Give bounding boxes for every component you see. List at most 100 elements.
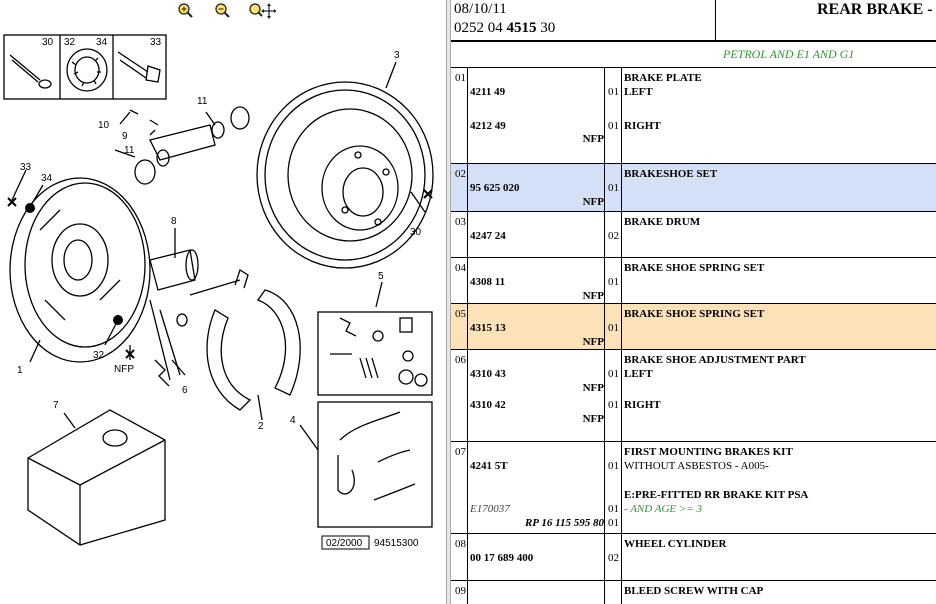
table-row[interactable]: 01 BRAKE PLATE 4211 49 01 LEFT 4212 49 0… xyxy=(451,68,936,164)
row-extra-part-number[interactable]: RP 16 115 595 80 xyxy=(525,517,604,529)
diagram-footer-code: 94515300 xyxy=(374,538,419,549)
row-quantity: 01 xyxy=(608,322,619,334)
page-title: REAR BRAKE - xyxy=(817,1,933,18)
callout-3: 3 xyxy=(394,50,400,61)
callout-nfp: NFP xyxy=(114,364,134,375)
nfp-flag: NFP xyxy=(582,133,604,145)
row-quantity: 02 xyxy=(608,230,619,242)
table-row[interactable]: 04 BRAKE SHOE SPRING SET 4308 11 01 NFP xyxy=(451,258,936,304)
part-number[interactable]: 4247 24 xyxy=(470,230,506,242)
callout-6: 6 xyxy=(182,385,188,396)
row-description: WHEEL CYLINDER xyxy=(624,538,727,550)
row-index: 08 xyxy=(455,538,466,550)
callout-7: 7 xyxy=(53,400,59,411)
part-number[interactable]: 95 625 020 xyxy=(470,182,520,194)
row-quantity: 01 xyxy=(608,276,619,288)
row-extra-quantity: 01 xyxy=(608,517,619,529)
row-description: BRAKE PLATE xyxy=(624,72,702,84)
callout-34a: 34 xyxy=(96,37,108,48)
row-index: 09 xyxy=(455,585,466,597)
header-ref-cell: 08/10/11 0252 04 4515 30 xyxy=(451,0,716,40)
callout-11b: 11 xyxy=(124,145,135,156)
table-row-selected[interactable]: 02 BRAKESHOE SET 95 625 020 01 NFP xyxy=(451,164,936,212)
row-description: BLEED SCREW WITH CAP xyxy=(624,585,764,597)
row-description: BRAKE SHOE ADJUSTMENT PART xyxy=(624,354,806,366)
table-row-highlighted[interactable]: 05 BRAKE SHOE SPRING SET 4315 13 01 NFP xyxy=(451,304,936,350)
row-quantity: 01 xyxy=(608,368,619,380)
part-number[interactable]: 4308 11 xyxy=(470,276,505,288)
row-extra-reference: E170037 xyxy=(470,503,510,515)
callout-10: 10 xyxy=(98,120,110,131)
callout-30a: 30 xyxy=(42,37,54,48)
pan-zoom-icon[interactable] xyxy=(248,2,277,20)
fastener-inset-box xyxy=(3,34,167,100)
row-description: BRAKESHOE SET xyxy=(624,168,718,180)
callout-32b: 32 xyxy=(93,350,105,361)
table-row[interactable]: 06 BRAKE SHOE ADJUSTMENT PART 4310 43 01… xyxy=(451,350,936,442)
callout-9: 9 xyxy=(122,131,128,142)
filter-bar: PETROL AND E1 AND G1 xyxy=(451,42,936,68)
callout-33b: 33 xyxy=(20,162,32,173)
row-index: 04 xyxy=(455,262,466,274)
row-index: 01 xyxy=(455,72,466,84)
callout-34b: 34 xyxy=(41,173,53,184)
row-variant: LEFT xyxy=(624,86,653,98)
diagram-toolbar xyxy=(0,0,446,22)
row-index: 02 xyxy=(455,168,466,180)
row-index: 07 xyxy=(455,446,466,458)
engine-filter-label: PETROL AND E1 AND G1 xyxy=(723,47,855,61)
diagram-pane: 30 32 34 33 3 10 9 11 11 33 34 8 30 5 1 … xyxy=(0,0,446,604)
zoom-in-icon[interactable] xyxy=(176,2,196,20)
table-row[interactable]: 09 BLEED SCREW WITH CAP xyxy=(451,581,936,604)
parts-header: 08/10/11 0252 04 4515 30 REAR BRAKE - xyxy=(451,0,936,42)
nfp-flag: NFP xyxy=(582,196,604,208)
callout-4: 4 xyxy=(290,415,296,426)
callout-11a: 11 xyxy=(197,96,208,107)
header-reference: 0252 04 4515 30 xyxy=(454,20,556,36)
row-extra-description: E:PRE-FITTED RR BRAKE KIT PSA xyxy=(624,489,809,501)
washer-34-dot xyxy=(25,203,35,213)
nfp-flag: NFP xyxy=(582,336,604,348)
table-row[interactable]: 07 FIRST MOUNTING BRAKES KIT 4241 5T 01 … xyxy=(451,442,936,534)
table-row[interactable]: 03 BRAKE DRUM 4247 24 02 xyxy=(451,212,936,258)
callout-2: 2 xyxy=(258,421,264,432)
callout-8: 8 xyxy=(171,216,177,227)
part-number[interactable]: 4310 42 xyxy=(470,399,506,411)
row-condition: - AND AGE >= 3 xyxy=(624,503,702,515)
nfp-flag: NFP xyxy=(582,413,604,425)
part-number[interactable]: 4315 13 xyxy=(470,322,506,334)
part-number[interactable]: 4241 5T xyxy=(470,460,508,472)
parts-list-pane: 08/10/11 0252 04 4515 30 REAR BRAKE - PE… xyxy=(451,0,936,604)
zoom-out-icon[interactable] xyxy=(213,2,233,20)
row-quantity: 01 xyxy=(608,399,619,411)
row-index: 06 xyxy=(455,354,466,366)
row-description: BRAKE SHOE SPRING SET xyxy=(624,262,765,274)
nfp-flag: NFP xyxy=(582,290,604,302)
callout-5: 5 xyxy=(378,271,384,282)
part-number[interactable]: 4211 49 xyxy=(470,86,505,98)
row-description: BRAKE SHOE SPRING SET xyxy=(624,308,765,320)
row-index: 03 xyxy=(455,216,466,228)
row-subdescription: WITHOUT ASBESTOS - A005- xyxy=(624,460,769,472)
header-date: 08/10/11 xyxy=(454,1,507,17)
washer-32-dot xyxy=(113,315,123,325)
row-quantity: 01 xyxy=(608,86,619,98)
row-quantity: 01 xyxy=(608,120,619,132)
part-number[interactable]: 00 17 689 400 xyxy=(470,552,533,564)
part-number[interactable]: 4212 49 xyxy=(470,120,506,132)
callout-33a: 33 xyxy=(150,37,162,48)
row-quantity: 01 xyxy=(608,460,619,472)
callout-30b: 30 xyxy=(410,227,422,238)
row-quantity: 02 xyxy=(608,552,619,564)
row-variant: RIGHT xyxy=(624,399,661,411)
table-row[interactable]: 08 WHEEL CYLINDER 00 17 689 400 02 xyxy=(451,534,936,581)
row-variant: RIGHT xyxy=(624,120,661,132)
part-number[interactable]: 4310 43 xyxy=(470,368,506,380)
callout-32a: 32 xyxy=(64,37,76,48)
exploded-parts-diagram: 30 32 34 33 3 10 9 11 11 33 34 8 30 5 1 … xyxy=(3,34,434,550)
row-description: BRAKE DRUM xyxy=(624,216,701,228)
nfp-flag: NFP xyxy=(582,382,604,394)
row-index: 05 xyxy=(455,308,466,320)
row-extra-quantity: 01 xyxy=(608,503,619,515)
row-quantity: 01 xyxy=(608,182,619,194)
